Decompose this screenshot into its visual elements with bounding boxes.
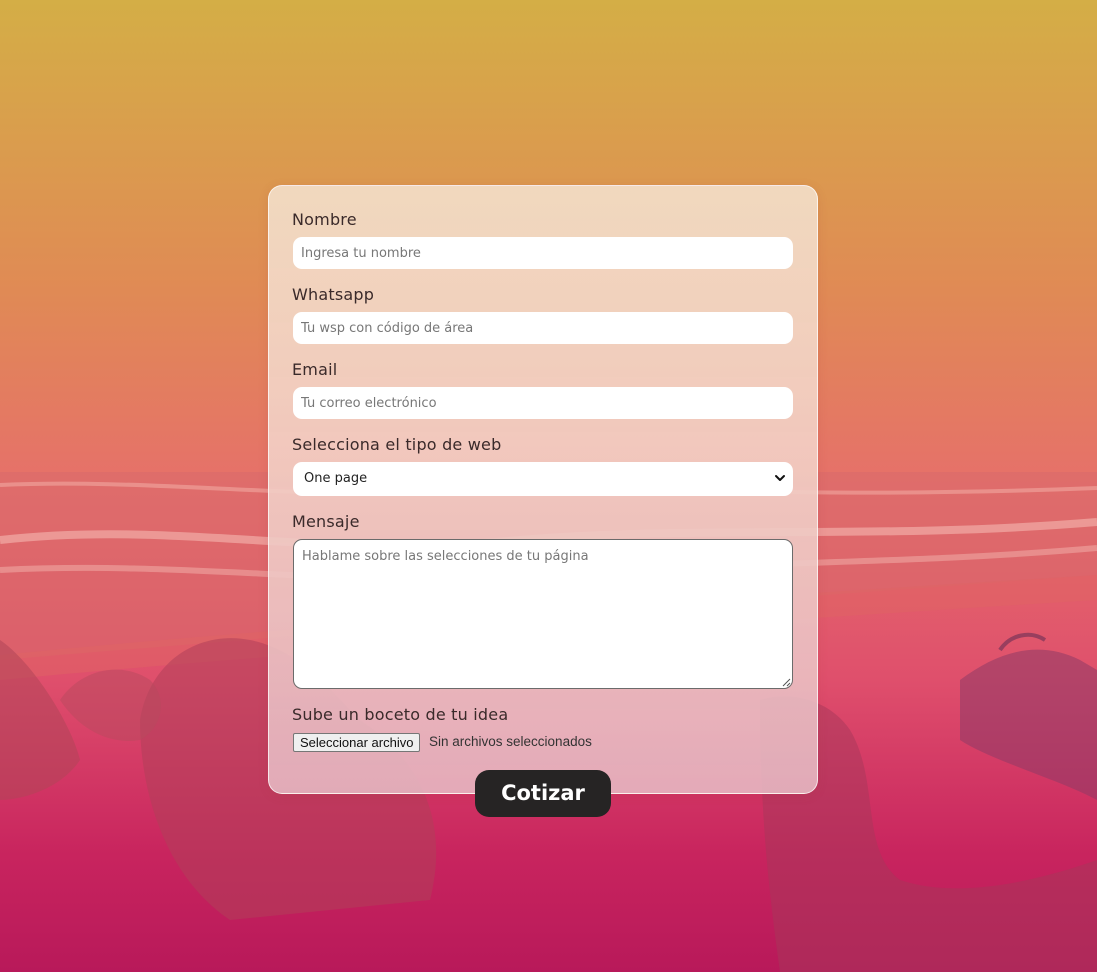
- cotizar-button[interactable]: Cotizar: [475, 770, 611, 817]
- tipo-web-selected-value: One page: [304, 471, 368, 486]
- mensaje-textarea[interactable]: [293, 539, 793, 689]
- file-status-text: Sin archivos seleccionados: [429, 734, 592, 749]
- nombre-input[interactable]: [293, 237, 793, 269]
- tipo-web-select[interactable]: One page: [293, 462, 793, 496]
- select-file-button[interactable]: Seleccionar archivo: [293, 733, 421, 752]
- email-label: Email: [292, 360, 338, 379]
- whatsapp-label: Whatsapp: [292, 285, 375, 304]
- tipo-web-label: Selecciona el tipo de web: [292, 435, 502, 454]
- chevron-down-icon: [775, 475, 785, 481]
- email-input[interactable]: [293, 387, 793, 419]
- nombre-label: Nombre: [292, 210, 357, 229]
- whatsapp-input[interactable]: [293, 312, 793, 344]
- boceto-label: Sube un boceto de tu idea: [292, 705, 509, 724]
- mensaje-label: Mensaje: [292, 512, 360, 531]
- resize-grip-icon[interactable]: [781, 677, 791, 687]
